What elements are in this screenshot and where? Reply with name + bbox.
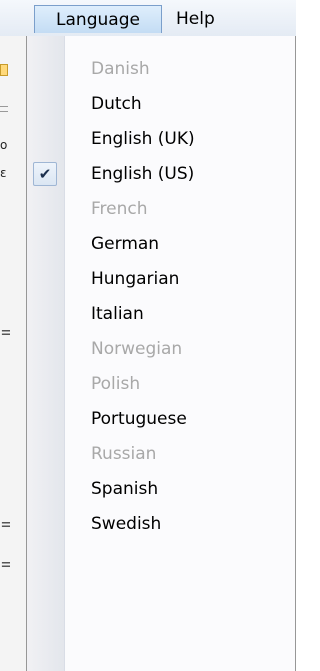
toolbar-icon-fragment	[0, 106, 8, 112]
divider-fragment: =	[0, 556, 10, 574]
menu-item-label: Portuguese	[91, 409, 187, 429]
menu-item-label: French	[91, 199, 148, 219]
menu-item-russian: Russian	[27, 437, 295, 472]
menu-item-label: Danish	[91, 59, 150, 79]
menu-item-german[interactable]: German	[27, 227, 295, 262]
menu-item-french: French	[27, 192, 295, 227]
menu-item-label: English (UK)	[91, 129, 195, 149]
menu-bar: Language Help	[0, 0, 296, 37]
menu-item-english-us[interactable]: ✔ English (US)	[27, 157, 295, 192]
divider-fragment: =	[0, 516, 10, 534]
app-content-background: o ε = = =	[0, 36, 28, 671]
menu-item-italian[interactable]: Italian	[27, 297, 295, 332]
menu-item-label: Dutch	[91, 94, 142, 114]
menu-language-label: Language	[56, 10, 140, 30]
menu-item-danish: Danish	[27, 52, 295, 87]
menu-item-portuguese[interactable]: Portuguese	[27, 402, 295, 437]
menu-help-label: Help	[176, 9, 215, 29]
menu-item-label: Swedish	[91, 514, 162, 534]
menu-item-label: Spanish	[91, 479, 159, 499]
menu-item-polish: Polish	[27, 367, 295, 402]
menu-item-label: Norwegian	[91, 339, 183, 359]
menu-item-label: English (US)	[91, 164, 195, 184]
toolbar-icon-fragment	[0, 64, 8, 76]
text-fragment: o	[0, 138, 8, 152]
menu-item-label: Russian	[91, 444, 157, 464]
menu-item-label: Polish	[91, 374, 141, 394]
menu-item-english-uk[interactable]: English (UK)	[27, 122, 295, 157]
menu-item-label: German	[91, 234, 160, 254]
menu-item-spanish[interactable]: Spanish	[27, 472, 295, 507]
application-window: Language Help o ε = = = Danish Dutch Engli…	[0, 0, 296, 671]
text-fragment: ε	[0, 166, 7, 180]
menu-item-dutch[interactable]: Dutch	[27, 87, 295, 122]
divider-fragment: =	[0, 324, 10, 342]
menu-item-label: Italian	[91, 304, 144, 324]
menu-item-hungarian[interactable]: Hungarian	[27, 262, 295, 297]
menu-item-swedish[interactable]: Swedish	[27, 507, 295, 542]
menu-item-label: Hungarian	[91, 269, 180, 289]
checkmark-icon: ✔	[33, 162, 57, 186]
menu-help[interactable]: Help	[170, 5, 240, 33]
menu-item-norwegian: Norwegian	[27, 332, 295, 367]
language-dropdown-menu: Danish Dutch English (UK) ✔ English (US) Fren…	[26, 36, 296, 671]
menu-language[interactable]: Language	[34, 5, 162, 33]
